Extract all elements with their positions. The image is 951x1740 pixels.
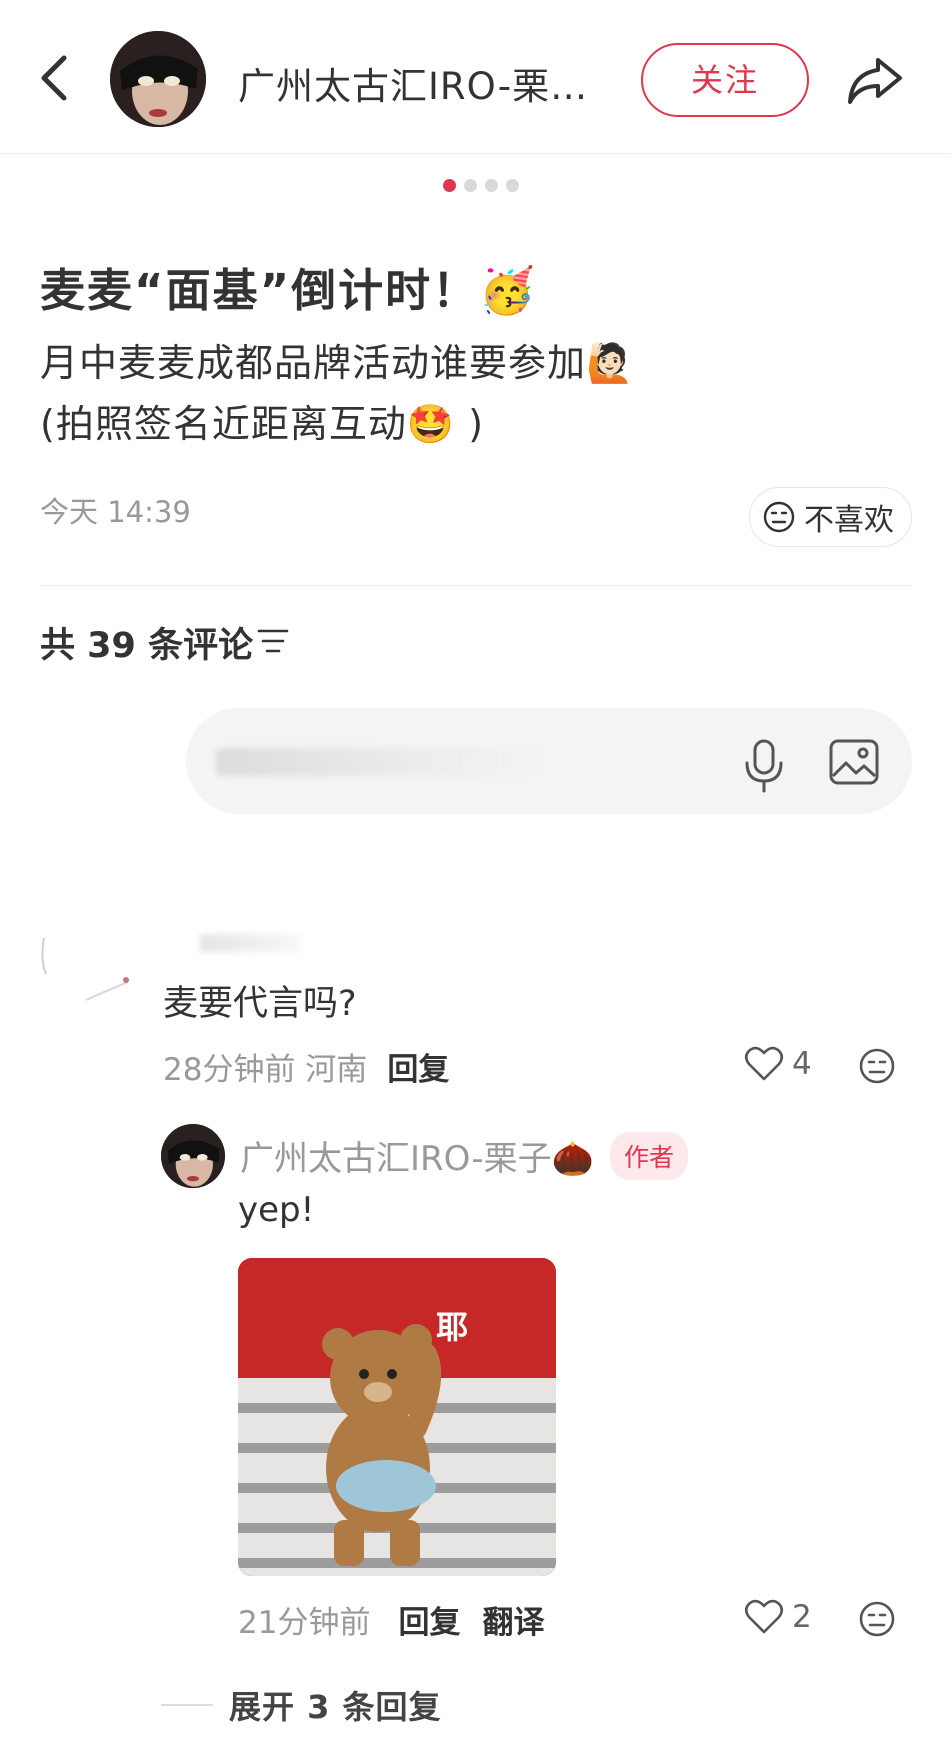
post-title: 麦麦“面基”倒计时！🥳 [40,264,538,317]
author-badge: 作者 [609,1131,688,1180]
chevron-left-icon [41,55,67,101]
comment-input[interactable] [186,708,912,814]
reply-like-button[interactable]: 2 [744,1598,812,1636]
image-upload-button[interactable] [826,734,882,790]
post-body: 月中麦麦成都品牌活动谁要参加🙋🏻 (拍照签名近距离互动🤩 ) [40,333,634,455]
top-nav-bar: 广州太古汇IRO-栗子🌰 关注 [0,0,951,154]
reply-meta: 21分钟前 回复 翻译 [238,1597,544,1642]
reply-like-count: 2 [792,1599,812,1635]
post-body-line-2: (拍照签名近距离互动🤩 ) [40,402,485,446]
blurred-placeholder [216,748,546,776]
reply-time: 21分钟前 [238,1605,371,1641]
back-button[interactable] [28,50,84,106]
reply-dislike-button[interactable] [857,1599,897,1639]
comment-like-count: 4 [792,1046,812,1082]
sticker-caption: 耶 [436,1308,469,1346]
neutral-face-icon [763,501,795,533]
comment-time-location: 28分钟前 河南 [163,1052,368,1088]
comment-text: 麦要代言吗? [163,984,357,1024]
comment-like-button[interactable]: 4 [744,1045,812,1083]
image-icon [829,739,879,785]
author-name[interactable]: 广州太古汇IRO-栗子🌰 [238,56,598,110]
masked-face-avatar-image [110,31,206,127]
comment-meta: 28分钟前 河南 回复 [163,1044,449,1089]
microphone-icon [745,739,783,793]
neutral-face-icon [859,1601,895,1637]
share-arrow-icon [848,58,902,104]
carousel-dot-2[interactable] [463,179,477,192]
reply-translate-button[interactable]: 翻译 [482,1605,544,1641]
reply-text: yep! [238,1190,315,1230]
dislike-button[interactable]: 不喜欢 [749,487,912,547]
expand-replies-button[interactable]: 展开 3 条回复 [161,1682,442,1728]
comments-count: 共 39 条评论 [40,626,254,666]
post-timestamp: 今天 14:39 [40,495,191,529]
heart-icon [744,1599,784,1634]
section-divider [40,585,912,586]
carousel-dot-4[interactable] [505,179,519,192]
follow-button[interactable]: 关注 [641,43,809,117]
comment-dislike-button[interactable] [857,1046,897,1086]
carousel-dot-3[interactable] [484,179,498,192]
commenter-name[interactable] [200,934,300,952]
masked-face-avatar-image [161,1124,225,1188]
reply-reply-button[interactable]: 回复 [398,1605,460,1641]
sort-lines-icon [257,629,289,653]
share-button[interactable] [842,48,906,112]
comment-reply-button[interactable]: 回复 [387,1052,449,1088]
expand-replies-label: 展开 3 条回复 [229,1688,442,1726]
reply-sticker-image[interactable]: 耶 [238,1258,556,1576]
teddy-bear-sticker [238,1258,556,1576]
post-body-line-1: 月中麦麦成都品牌活动谁要参加🙋🏻 [40,341,635,385]
expand-divider-line [161,1704,213,1706]
neutral-face-icon [859,1048,895,1084]
carousel-indicator [0,179,951,192]
reply-author-name[interactable]: 广州太古汇IRO-栗子🌰 [240,1131,594,1180]
reply-author-avatar[interactable] [161,1124,225,1188]
commenter-avatar[interactable] [38,930,134,1010]
dislike-label: 不喜欢 [804,503,894,538]
carousel-dot-1[interactable] [442,179,456,192]
blurred-avatar-image [41,937,129,1001]
sort-filter-button[interactable] [257,626,291,656]
voice-input-button[interactable] [734,735,794,795]
reply-author-row: 广州太古汇IRO-栗子🌰 作者 [240,1131,688,1180]
author-avatar[interactable] [110,31,206,127]
heart-icon [744,1046,784,1081]
